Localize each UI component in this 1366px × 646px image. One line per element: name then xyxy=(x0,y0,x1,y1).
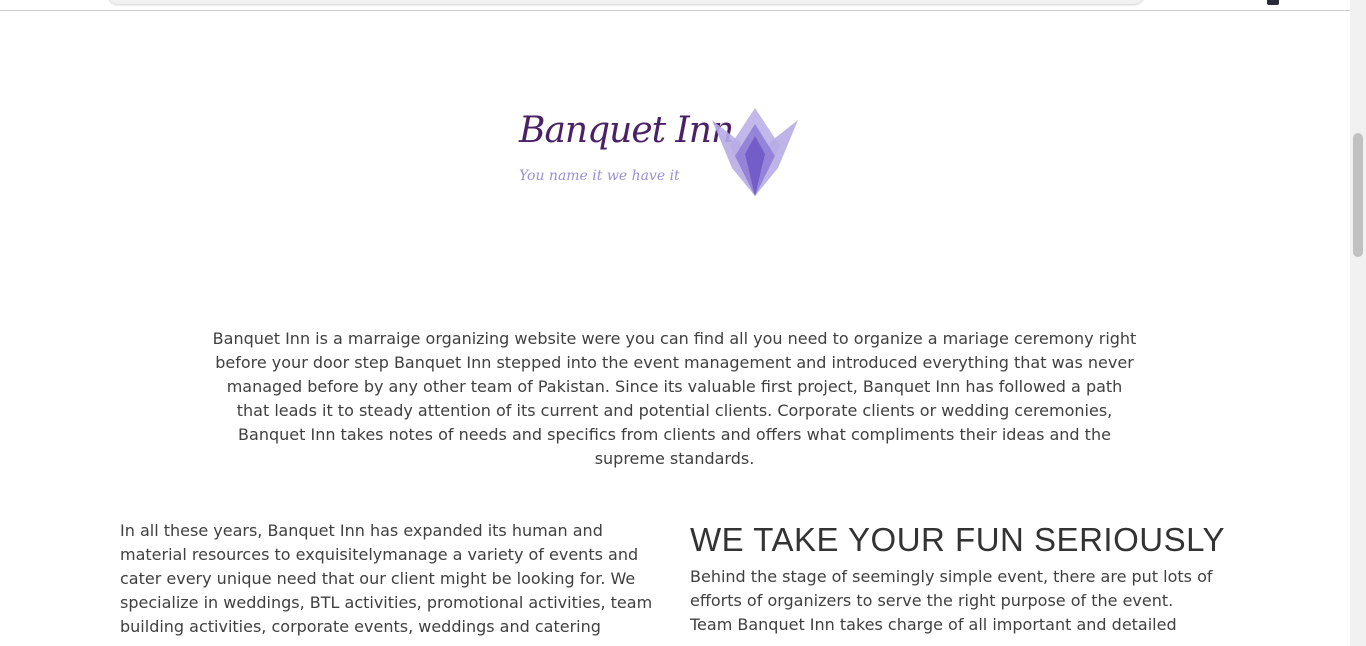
site-logo[interactable]: Banquet Inn You name it we have it xyxy=(510,100,810,205)
browser-top-bar xyxy=(0,0,1350,11)
menu-toggle-icon[interactable] xyxy=(1267,0,1279,5)
section-paragraph: Behind the stage of seemingly simple eve… xyxy=(690,567,1213,634)
page-scrollbar[interactable] xyxy=(1350,0,1366,646)
lotus-icon xyxy=(712,108,798,196)
logo-tagline: You name it we have it xyxy=(519,168,680,184)
about-paragraph: In all these years, Banquet Inn has expa… xyxy=(120,521,653,636)
scrollbar-thumb[interactable] xyxy=(1353,133,1363,257)
logo-title: Banquet Inn xyxy=(519,110,734,151)
search-bar[interactable] xyxy=(108,0,1144,4)
section-heading: WE TAKE YOUR FUN SERIOUSLY xyxy=(690,521,1225,558)
intro-paragraph: Banquet Inn is a marraige organizing web… xyxy=(212,329,1137,468)
